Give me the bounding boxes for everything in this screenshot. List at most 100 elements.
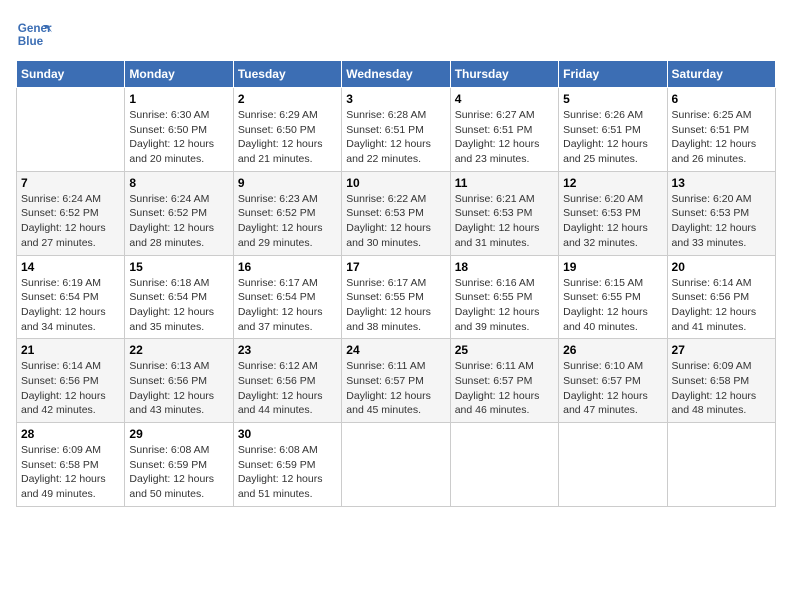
day-number: 23 xyxy=(238,343,337,357)
sunrise-text: Sunrise: 6:08 AM xyxy=(129,444,209,456)
day-number: 2 xyxy=(238,92,337,106)
sunset-text: Sunset: 6:54 PM xyxy=(21,291,99,303)
weekday-friday: Friday xyxy=(559,61,667,88)
day-info: Sunrise: 6:25 AM Sunset: 6:51 PM Dayligh… xyxy=(672,108,771,167)
calendar-cell xyxy=(450,423,558,507)
sunset-text: Sunset: 6:56 PM xyxy=(129,375,207,387)
calendar-week-1: 1 Sunrise: 6:30 AM Sunset: 6:50 PM Dayli… xyxy=(17,88,776,172)
sunrise-text: Sunrise: 6:20 AM xyxy=(672,193,752,205)
day-info: Sunrise: 6:08 AM Sunset: 6:59 PM Dayligh… xyxy=(129,443,228,502)
day-number: 15 xyxy=(129,260,228,274)
sunset-text: Sunset: 6:51 PM xyxy=(455,124,533,136)
day-info: Sunrise: 6:24 AM Sunset: 6:52 PM Dayligh… xyxy=(21,192,120,251)
weekday-saturday: Saturday xyxy=(667,61,775,88)
sunset-text: Sunset: 6:55 PM xyxy=(563,291,641,303)
sunrise-text: Sunrise: 6:27 AM xyxy=(455,109,535,121)
daylight-text: Daylight: 12 hours and 22 minutes. xyxy=(346,138,431,165)
calendar-cell: 1 Sunrise: 6:30 AM Sunset: 6:50 PM Dayli… xyxy=(125,88,233,172)
calendar-cell xyxy=(667,423,775,507)
weekday-wednesday: Wednesday xyxy=(342,61,450,88)
sunset-text: Sunset: 6:53 PM xyxy=(455,207,533,219)
sunset-text: Sunset: 6:59 PM xyxy=(238,459,316,471)
day-info: Sunrise: 6:18 AM Sunset: 6:54 PM Dayligh… xyxy=(129,276,228,335)
day-info: Sunrise: 6:28 AM Sunset: 6:51 PM Dayligh… xyxy=(346,108,445,167)
day-info: Sunrise: 6:26 AM Sunset: 6:51 PM Dayligh… xyxy=(563,108,662,167)
page-header: General Blue xyxy=(16,16,776,52)
daylight-text: Daylight: 12 hours and 44 minutes. xyxy=(238,390,323,417)
daylight-text: Daylight: 12 hours and 46 minutes. xyxy=(455,390,540,417)
sunset-text: Sunset: 6:51 PM xyxy=(563,124,641,136)
sunset-text: Sunset: 6:59 PM xyxy=(129,459,207,471)
daylight-text: Daylight: 12 hours and 26 minutes. xyxy=(672,138,757,165)
sunset-text: Sunset: 6:57 PM xyxy=(455,375,533,387)
daylight-text: Daylight: 12 hours and 25 minutes. xyxy=(563,138,648,165)
sunrise-text: Sunrise: 6:09 AM xyxy=(21,444,101,456)
day-info: Sunrise: 6:11 AM Sunset: 6:57 PM Dayligh… xyxy=(455,359,554,418)
day-number: 1 xyxy=(129,92,228,106)
daylight-text: Daylight: 12 hours and 33 minutes. xyxy=(672,222,757,249)
day-number: 13 xyxy=(672,176,771,190)
day-number: 14 xyxy=(21,260,120,274)
calendar-cell: 15 Sunrise: 6:18 AM Sunset: 6:54 PM Dayl… xyxy=(125,255,233,339)
day-info: Sunrise: 6:23 AM Sunset: 6:52 PM Dayligh… xyxy=(238,192,337,251)
day-info: Sunrise: 6:09 AM Sunset: 6:58 PM Dayligh… xyxy=(21,443,120,502)
daylight-text: Daylight: 12 hours and 20 minutes. xyxy=(129,138,214,165)
daylight-text: Daylight: 12 hours and 42 minutes. xyxy=(21,390,106,417)
calendar-body: 1 Sunrise: 6:30 AM Sunset: 6:50 PM Dayli… xyxy=(17,88,776,507)
weekday-thursday: Thursday xyxy=(450,61,558,88)
calendar-cell: 7 Sunrise: 6:24 AM Sunset: 6:52 PM Dayli… xyxy=(17,171,125,255)
calendar-week-3: 14 Sunrise: 6:19 AM Sunset: 6:54 PM Dayl… xyxy=(17,255,776,339)
calendar-week-5: 28 Sunrise: 6:09 AM Sunset: 6:58 PM Dayl… xyxy=(17,423,776,507)
logo: General Blue xyxy=(16,16,52,52)
day-number: 25 xyxy=(455,343,554,357)
calendar-cell xyxy=(559,423,667,507)
sunrise-text: Sunrise: 6:24 AM xyxy=(129,193,209,205)
day-number: 16 xyxy=(238,260,337,274)
day-info: Sunrise: 6:14 AM Sunset: 6:56 PM Dayligh… xyxy=(672,276,771,335)
sunrise-text: Sunrise: 6:11 AM xyxy=(455,360,534,372)
day-number: 3 xyxy=(346,92,445,106)
day-number: 4 xyxy=(455,92,554,106)
sunset-text: Sunset: 6:51 PM xyxy=(346,124,424,136)
daylight-text: Daylight: 12 hours and 34 minutes. xyxy=(21,306,106,333)
day-number: 9 xyxy=(238,176,337,190)
sunrise-text: Sunrise: 6:21 AM xyxy=(455,193,535,205)
weekday-header-row: SundayMondayTuesdayWednesdayThursdayFrid… xyxy=(17,61,776,88)
day-info: Sunrise: 6:11 AM Sunset: 6:57 PM Dayligh… xyxy=(346,359,445,418)
day-info: Sunrise: 6:17 AM Sunset: 6:55 PM Dayligh… xyxy=(346,276,445,335)
day-info: Sunrise: 6:10 AM Sunset: 6:57 PM Dayligh… xyxy=(563,359,662,418)
sunset-text: Sunset: 6:50 PM xyxy=(238,124,316,136)
day-number: 26 xyxy=(563,343,662,357)
weekday-sunday: Sunday xyxy=(17,61,125,88)
calendar-cell xyxy=(342,423,450,507)
calendar-cell: 16 Sunrise: 6:17 AM Sunset: 6:54 PM Dayl… xyxy=(233,255,341,339)
calendar-cell: 27 Sunrise: 6:09 AM Sunset: 6:58 PM Dayl… xyxy=(667,339,775,423)
day-info: Sunrise: 6:20 AM Sunset: 6:53 PM Dayligh… xyxy=(563,192,662,251)
sunrise-text: Sunrise: 6:12 AM xyxy=(238,360,318,372)
day-number: 22 xyxy=(129,343,228,357)
sunrise-text: Sunrise: 6:25 AM xyxy=(672,109,752,121)
day-info: Sunrise: 6:13 AM Sunset: 6:56 PM Dayligh… xyxy=(129,359,228,418)
calendar-week-2: 7 Sunrise: 6:24 AM Sunset: 6:52 PM Dayli… xyxy=(17,171,776,255)
sunset-text: Sunset: 6:54 PM xyxy=(238,291,316,303)
sunrise-text: Sunrise: 6:10 AM xyxy=(563,360,643,372)
sunrise-text: Sunrise: 6:09 AM xyxy=(672,360,752,372)
calendar-cell: 9 Sunrise: 6:23 AM Sunset: 6:52 PM Dayli… xyxy=(233,171,341,255)
daylight-text: Daylight: 12 hours and 49 minutes. xyxy=(21,473,106,500)
daylight-text: Daylight: 12 hours and 41 minutes. xyxy=(672,306,757,333)
daylight-text: Daylight: 12 hours and 39 minutes. xyxy=(455,306,540,333)
sunrise-text: Sunrise: 6:28 AM xyxy=(346,109,426,121)
calendar-table: SundayMondayTuesdayWednesdayThursdayFrid… xyxy=(16,60,776,507)
calendar-cell: 18 Sunrise: 6:16 AM Sunset: 6:55 PM Dayl… xyxy=(450,255,558,339)
sunrise-text: Sunrise: 6:16 AM xyxy=(455,277,535,289)
calendar-cell: 12 Sunrise: 6:20 AM Sunset: 6:53 PM Dayl… xyxy=(559,171,667,255)
sunset-text: Sunset: 6:57 PM xyxy=(563,375,641,387)
day-info: Sunrise: 6:27 AM Sunset: 6:51 PM Dayligh… xyxy=(455,108,554,167)
day-number: 5 xyxy=(563,92,662,106)
daylight-text: Daylight: 12 hours and 37 minutes. xyxy=(238,306,323,333)
daylight-text: Daylight: 12 hours and 28 minutes. xyxy=(129,222,214,249)
day-info: Sunrise: 6:19 AM Sunset: 6:54 PM Dayligh… xyxy=(21,276,120,335)
day-info: Sunrise: 6:14 AM Sunset: 6:56 PM Dayligh… xyxy=(21,359,120,418)
sunrise-text: Sunrise: 6:23 AM xyxy=(238,193,318,205)
calendar-cell: 2 Sunrise: 6:29 AM Sunset: 6:50 PM Dayli… xyxy=(233,88,341,172)
